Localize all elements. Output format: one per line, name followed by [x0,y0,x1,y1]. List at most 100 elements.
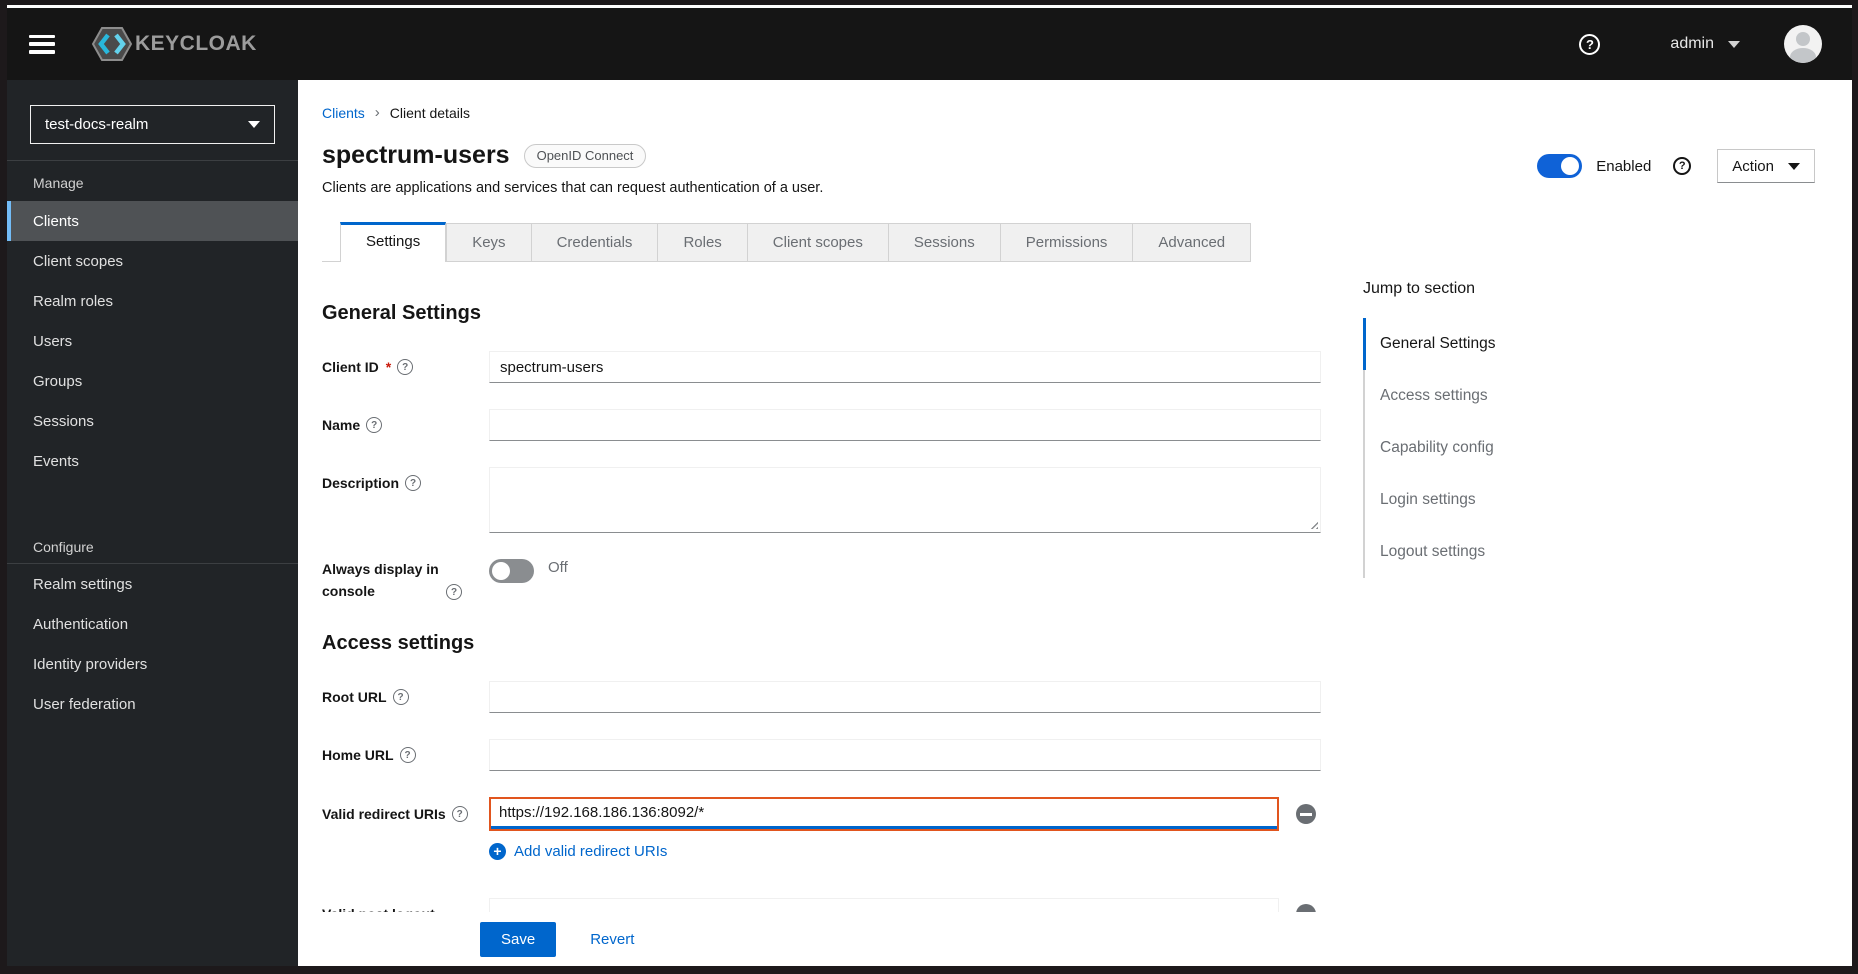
realm-selector-dropdown[interactable]: test-docs-realm [30,105,275,144]
always-display-row: Always display in console Off [322,559,1852,602]
sidebar-item-authentication[interactable]: Authentication [7,604,298,644]
chevron-down-icon [1788,162,1800,170]
required-marker: * [385,359,392,375]
valid-redirect-uris-row: Valid redirect URIs [322,797,1852,832]
nav-group-configure: Configure [7,525,298,564]
tab-client-scopes[interactable]: Client scopes [747,223,889,261]
plus-circle-icon [489,843,506,861]
jump-to-section-title: Jump to section [1363,280,1476,297]
tab-permissions[interactable]: Permissions [1000,223,1134,261]
name-label: Name [322,417,489,433]
remove-uri-icon[interactable] [1296,804,1316,825]
tab-advanced[interactable]: Advanced [1133,223,1252,261]
valid-redirect-uris-label: Valid redirect URIs [322,806,489,823]
add-uri-label: Add valid redirect URIs [514,843,668,861]
help-icon[interactable] [366,417,383,433]
action-dropdown-label: Action [1732,157,1774,175]
sidebar-item-user-federation[interactable]: User federation [7,684,298,724]
sidebar-item-realm-settings[interactable]: Realm settings [7,564,298,604]
settings-form: General Settings Client ID * Name [298,302,1852,931]
name-input[interactable] [489,409,1321,441]
hamburger-bar [29,50,55,54]
help-icon[interactable] [392,689,409,706]
section-access-settings: Access settings [322,632,475,655]
always-display-label: Always display in console [322,559,489,602]
home-url-row: Home URL [322,739,1852,772]
form-footer: Save Revert [298,912,1852,966]
sidebar-item-realm-roles[interactable]: Realm roles [7,281,298,321]
masthead: KEYCLOAK admin [7,8,1852,80]
avatar-head [1796,32,1810,46]
realm-selector-value: test-docs-realm [45,116,149,133]
avatar-torso [1790,48,1816,63]
help-icon[interactable] [397,359,414,375]
chevron-down-icon [1728,40,1740,48]
sidebar-item-sessions[interactable]: Sessions [7,401,298,441]
hamburger-menu-icon[interactable] [29,34,55,54]
revert-button[interactable]: Revert [590,931,634,948]
client-id-row: Client ID * [322,351,1852,383]
page-header: spectrum-users OpenID Connect Clients ar… [298,121,1852,196]
page-header-actions: Enabled Action [1537,149,1815,183]
keycloak-admin-console: KEYCLOAK admin test-docs-realm Manage Cl… [7,8,1852,966]
username: admin [1670,35,1714,52]
save-button[interactable]: Save [480,921,557,957]
root-url-input[interactable] [489,681,1321,714]
jump-item-capability-config[interactable]: Capability config [1363,422,1583,474]
jump-item-access-settings[interactable]: Access settings [1363,370,1583,422]
user-menu-dropdown[interactable]: admin [1670,35,1740,53]
hamburger-bar [29,34,55,38]
hamburger-bar [29,42,55,46]
jump-item-login-settings[interactable]: Login settings [1363,474,1583,526]
section-general-settings: General Settings [322,302,481,324]
tab-settings[interactable]: Settings [340,222,447,262]
sidebar-item-clients[interactable]: Clients [7,201,298,241]
window-frame-highlight [7,5,1852,8]
brand-text: KEYCLOAK [135,32,257,55]
help-icon[interactable] [446,584,462,601]
jump-item-logout-settings[interactable]: Logout settings [1363,526,1583,578]
page-subtitle: Clients are applications and services th… [322,180,824,196]
toggle-knob [492,562,510,580]
help-icon[interactable] [399,747,416,764]
masthead-right: admin [1579,25,1822,63]
sidebar-item-groups[interactable]: Groups [7,361,298,401]
description-row: Description [322,467,1852,533]
tab-roles[interactable]: Roles [658,223,748,261]
sidebar-item-identity-providers[interactable]: Identity providers [7,644,298,684]
tab-credentials[interactable]: Credentials [531,223,659,261]
breadcrumb: Clients › Client details [298,80,1852,121]
sidebar-item-events[interactable]: Events [7,441,298,481]
keycloak-logo[interactable]: KEYCLOAK [91,26,257,62]
help-icon[interactable] [1579,33,1601,55]
jump-item-general-settings[interactable]: General Settings [1363,318,1583,370]
tab-sessions[interactable]: Sessions [888,223,1001,261]
keycloak-logo-icon [91,27,133,61]
help-icon[interactable] [451,806,468,823]
always-display-toggle[interactable] [489,559,534,583]
client-id-input[interactable] [489,351,1321,383]
jump-list: General Settings Access settings Capabil… [1363,318,1583,578]
help-icon[interactable] [405,475,422,491]
home-url-input[interactable] [489,739,1321,772]
breadcrumb-separator: › [374,104,380,121]
valid-redirect-uri-input[interactable] [491,799,1277,830]
tab-keys[interactable]: Keys [446,223,532,261]
tab-bar: Settings Keys Credentials Roles Client s… [322,222,1252,262]
breadcrumb-clients-link[interactable]: Clients [322,105,365,121]
sidebar-item-users[interactable]: Users [7,321,298,361]
jump-to-section: Jump to section General Settings Access … [1363,280,1583,578]
help-icon[interactable] [1673,157,1692,175]
action-dropdown[interactable]: Action [1717,149,1815,183]
nav-group-manage: Manage [33,175,84,191]
toggle-state-text: Off [548,559,568,576]
toggle-knob [1561,157,1580,175]
root-url-row: Root URL [322,681,1852,714]
enabled-label: Enabled [1596,157,1652,175]
enabled-toggle[interactable] [1537,154,1583,178]
avatar[interactable] [1784,25,1822,63]
sidebar-item-client-scopes[interactable]: Client scopes [7,241,298,281]
add-valid-redirect-uri-button[interactable]: Add valid redirect URIs [322,843,1852,861]
description-textarea[interactable] [489,467,1321,533]
